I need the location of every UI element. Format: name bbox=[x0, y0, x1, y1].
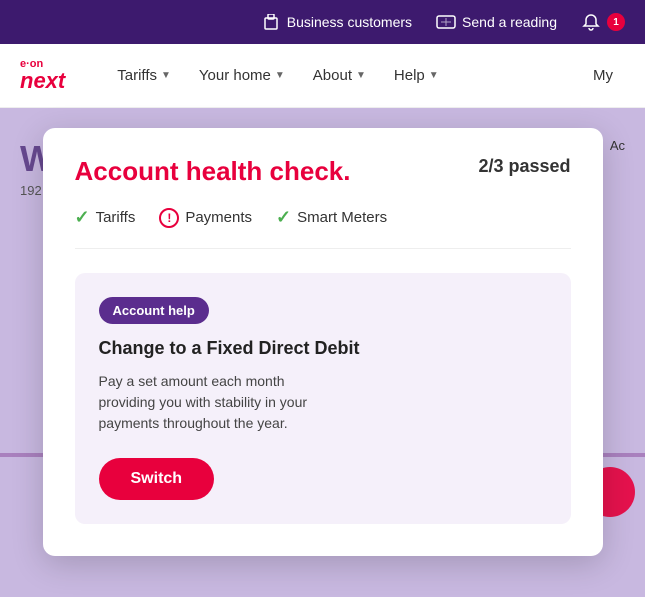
nav-bar: e·on next Tariffs ▼ Your home ▼ About ▼ … bbox=[0, 44, 645, 108]
nav-tariffs[interactable]: Tariffs ▼ bbox=[105, 59, 183, 92]
help-label: Help bbox=[394, 67, 425, 84]
check-smart-meters-label: Smart Meters bbox=[297, 209, 387, 226]
your-home-label: Your home bbox=[199, 67, 271, 84]
check-smart-meters: ✓ Smart Meters bbox=[276, 207, 387, 228]
send-reading-link[interactable]: Send a reading bbox=[436, 12, 557, 32]
about-chevron-icon: ▼ bbox=[356, 70, 366, 81]
card-description: Pay a set amount each month providing yo… bbox=[99, 371, 319, 434]
nav-your-home[interactable]: Your home ▼ bbox=[187, 59, 297, 92]
card-title: Change to a Fixed Direct Debit bbox=[99, 338, 547, 359]
nav-help[interactable]: Help ▼ bbox=[382, 59, 451, 92]
notifications-link[interactable]: 1 bbox=[581, 12, 625, 32]
about-label: About bbox=[313, 67, 352, 84]
your-home-chevron-icon: ▼ bbox=[275, 70, 285, 81]
check-payments-label: Payments bbox=[185, 209, 252, 226]
business-customers-label: Business customers bbox=[287, 14, 412, 30]
top-bar: Business customers Send a reading 1 bbox=[0, 0, 645, 44]
logo[interactable]: e·on next bbox=[20, 59, 65, 92]
tariffs-chevron-icon: ▼ bbox=[161, 70, 171, 81]
nav-my[interactable]: My bbox=[581, 59, 625, 92]
tariffs-label: Tariffs bbox=[117, 67, 157, 84]
logo-next: next bbox=[20, 70, 65, 92]
health-check-modal: Account health check. 2/3 passed ✓ Tarif… bbox=[43, 128, 603, 556]
send-reading-label: Send a reading bbox=[462, 14, 557, 30]
notification-badge: 1 bbox=[607, 13, 625, 31]
modal-overlay: Account health check. 2/3 passed ✓ Tarif… bbox=[0, 108, 645, 597]
check-tariffs-pass-icon: ✓ bbox=[75, 207, 90, 228]
nav-about[interactable]: About ▼ bbox=[301, 59, 378, 92]
business-icon bbox=[261, 12, 281, 32]
switch-button[interactable]: Switch bbox=[99, 458, 215, 500]
help-chevron-icon: ▼ bbox=[429, 70, 439, 81]
account-help-badge: Account help bbox=[99, 297, 209, 324]
check-payments-warning-icon: ! bbox=[159, 208, 179, 228]
check-payments: ! Payments bbox=[159, 208, 252, 228]
my-label: My bbox=[593, 67, 613, 84]
account-help-card: Account help Change to a Fixed Direct De… bbox=[75, 273, 571, 524]
check-smart-meters-pass-icon: ✓ bbox=[276, 207, 291, 228]
checks-row: ✓ Tariffs ! Payments ✓ Smart Meters bbox=[75, 207, 571, 249]
modal-header: Account health check. 2/3 passed bbox=[75, 156, 571, 187]
modal-title: Account health check. bbox=[75, 156, 351, 187]
notification-icon bbox=[581, 12, 601, 32]
meter-icon bbox=[436, 12, 456, 32]
nav-items: Tariffs ▼ Your home ▼ About ▼ Help ▼ My bbox=[105, 59, 625, 92]
check-tariffs-label: Tariffs bbox=[96, 209, 136, 226]
check-tariffs: ✓ Tariffs bbox=[75, 207, 136, 228]
business-customers-link[interactable]: Business customers bbox=[261, 12, 412, 32]
modal-score: 2/3 passed bbox=[478, 156, 570, 177]
